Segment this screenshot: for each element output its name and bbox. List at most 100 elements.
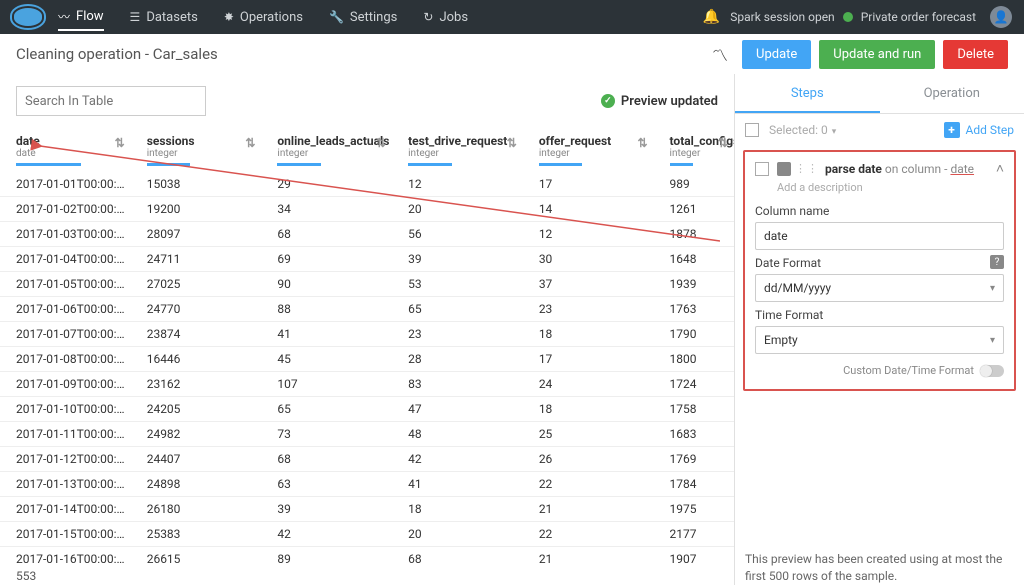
selected-count[interactable]: Selected: 0▾ xyxy=(769,123,836,137)
left-panel: ✓ Preview updated datedate⇅sessionsinteg… xyxy=(0,74,734,585)
table-cell: 28 xyxy=(392,347,523,372)
table-cell: 23874 xyxy=(131,322,262,347)
column-header-online_leads_actuals[interactable]: online_leads_actualsinteger⇅ xyxy=(261,126,392,172)
table-cell: 88 xyxy=(261,297,392,322)
table-cell: 22 xyxy=(523,522,654,547)
nav-settings[interactable]: 🔧Settings xyxy=(329,10,397,25)
tab-steps[interactable]: Steps xyxy=(735,74,880,113)
search-input[interactable] xyxy=(16,86,206,116)
table-row[interactable]: 2017-01-06T00:00:00.000Z247708865231763 xyxy=(0,297,734,322)
step-card-parse-date: ⋮⋮ parse date on column - date ˄ Add a d… xyxy=(743,150,1016,391)
table-cell: 41 xyxy=(392,472,523,497)
table-cell: 47 xyxy=(392,397,523,422)
table-row[interactable]: 2017-01-05T00:00:00.000Z270259053371939 xyxy=(0,272,734,297)
nav-operations[interactable]: ✸Operations xyxy=(224,10,303,25)
table-cell: 18 xyxy=(523,322,654,347)
nav-flow[interactable]: 〰Flow xyxy=(58,8,104,31)
chevron-up-icon[interactable]: ˄ xyxy=(996,160,1004,177)
row-count: 553 xyxy=(0,567,734,585)
table-cell: 19200 xyxy=(131,197,262,222)
table-row[interactable]: 2017-01-03T00:00:00.000Z280976856121878 xyxy=(0,222,734,247)
table-cell: 18 xyxy=(523,397,654,422)
column-header-offer_request[interactable]: offer_requestinteger⇅ xyxy=(523,126,654,172)
table-row[interactable]: 2017-01-01T00:00:00.000Z15038291217989 xyxy=(0,172,734,197)
time-format-select[interactable]: Empty▾ xyxy=(755,326,1004,354)
sort-icon[interactable]: ⇅ xyxy=(376,136,386,150)
sort-icon[interactable]: ⇅ xyxy=(637,136,647,150)
column-header-sessions[interactable]: sessionsinteger⇅ xyxy=(131,126,262,172)
table-row[interactable]: 2017-01-16T00:00:00.000Z266158968211907 xyxy=(0,547,734,568)
table-cell: 2017-01-09T00:00:00.000Z xyxy=(0,372,131,397)
bell-icon[interactable]: 🔔 xyxy=(703,9,720,25)
tab-operation[interactable]: Operation xyxy=(880,74,1024,113)
table-cell: 23 xyxy=(523,297,654,322)
table-row[interactable]: 2017-01-14T00:00:00.000Z261803918211975 xyxy=(0,497,734,522)
table-cell: 39 xyxy=(392,247,523,272)
nav-datasets[interactable]: ☰Datasets xyxy=(130,10,198,25)
sort-icon[interactable]: ⇅ xyxy=(115,136,125,150)
chart-icon[interactable]: 〽 xyxy=(712,42,728,66)
select-all-checkbox[interactable] xyxy=(745,123,759,137)
table-row[interactable]: 2017-01-10T00:00:00.000Z242056547181758 xyxy=(0,397,734,422)
table-cell: 2017-01-06T00:00:00.000Z xyxy=(0,297,131,322)
add-step-label: Add Step xyxy=(966,123,1015,137)
step-checkbox[interactable] xyxy=(755,162,769,176)
sort-icon[interactable]: ⇅ xyxy=(507,136,517,150)
update-run-button[interactable]: Update and run xyxy=(819,40,935,69)
table-cell: 83 xyxy=(392,372,523,397)
table-cell: 28097 xyxy=(131,222,262,247)
table-cell: 1939 xyxy=(654,272,734,297)
sort-icon[interactable]: ⇅ xyxy=(718,136,728,150)
table-cell: 24711 xyxy=(131,247,262,272)
column-header-test_drive_request[interactable]: test_drive_requestinteger⇅ xyxy=(392,126,523,172)
table-cell: 20 xyxy=(392,197,523,222)
date-format-label: Date Format xyxy=(755,256,821,270)
table-cell: 2017-01-01T00:00:00.000Z xyxy=(0,172,131,197)
help-icon[interactable]: ? xyxy=(990,255,1004,269)
table-cell: 17 xyxy=(523,172,654,197)
table-cell: 2177 xyxy=(654,522,734,547)
page-title: Cleaning operation - Car_sales xyxy=(16,45,218,63)
table-cell: 21 xyxy=(523,547,654,568)
table-cell: 2017-01-12T00:00:00.000Z xyxy=(0,447,131,472)
date-format-select[interactable]: dd/MM/yyyy▾ xyxy=(755,274,1004,302)
table-cell: 29 xyxy=(261,172,392,197)
custom-format-toggle[interactable] xyxy=(980,365,1004,377)
flow-icon: 〰 xyxy=(58,8,70,25)
session-status: 🔔 Spark session open Private order forec… xyxy=(703,6,1012,28)
table-cell: 25383 xyxy=(131,522,262,547)
step-description[interactable]: Add a description xyxy=(777,181,1004,194)
table-cell: 1800 xyxy=(654,347,734,372)
table-cell: 24770 xyxy=(131,297,262,322)
table-row[interactable]: 2017-01-02T00:00:00.000Z192003420141261 xyxy=(0,197,734,222)
table-cell: 15038 xyxy=(131,172,262,197)
table-cell: 26615 xyxy=(131,547,262,568)
column-header-total_configs[interactable]: total_configsinteger⇅ xyxy=(654,126,734,172)
table-cell: 1683 xyxy=(654,422,734,447)
nav-operations-label: Operations xyxy=(240,10,303,25)
table-cell: 2017-01-13T00:00:00.000Z xyxy=(0,472,131,497)
table-row[interactable]: 2017-01-09T00:00:00.000Z2316210783241724 xyxy=(0,372,734,397)
update-button[interactable]: Update xyxy=(742,40,811,69)
table-row[interactable]: 2017-01-11T00:00:00.000Z249827348251683 xyxy=(0,422,734,447)
add-step-button[interactable]: +Add Step xyxy=(944,122,1015,138)
column-name-input[interactable]: date xyxy=(755,222,1004,250)
nav-jobs[interactable]: ↻Jobs xyxy=(423,10,468,25)
table-row[interactable]: 2017-01-12T00:00:00.000Z244076842261769 xyxy=(0,447,734,472)
table-row[interactable]: 2017-01-13T00:00:00.000Z248986341221784 xyxy=(0,472,734,497)
table-row[interactable]: 2017-01-04T00:00:00.000Z247116939301648 xyxy=(0,247,734,272)
table-row[interactable]: 2017-01-08T00:00:00.000Z164464528171800 xyxy=(0,347,734,372)
sort-icon[interactable]: ⇅ xyxy=(245,136,255,150)
delete-button[interactable]: Delete xyxy=(943,40,1008,69)
table-cell: 24 xyxy=(523,372,654,397)
table-row[interactable]: 2017-01-07T00:00:00.000Z238744123181790 xyxy=(0,322,734,347)
table-cell: 1758 xyxy=(654,397,734,422)
column-header-date[interactable]: datedate⇅ xyxy=(0,126,131,172)
avatar[interactable]: 👤 xyxy=(990,6,1012,28)
table-cell: 65 xyxy=(392,297,523,322)
grip-icon[interactable]: ⋮⋮ xyxy=(795,162,819,175)
preview-updated: ✓ Preview updated xyxy=(601,94,718,109)
table-cell: 22 xyxy=(523,472,654,497)
table-row[interactable]: 2017-01-15T00:00:00.000Z253834220222177 xyxy=(0,522,734,547)
check-icon: ✓ xyxy=(601,94,615,108)
